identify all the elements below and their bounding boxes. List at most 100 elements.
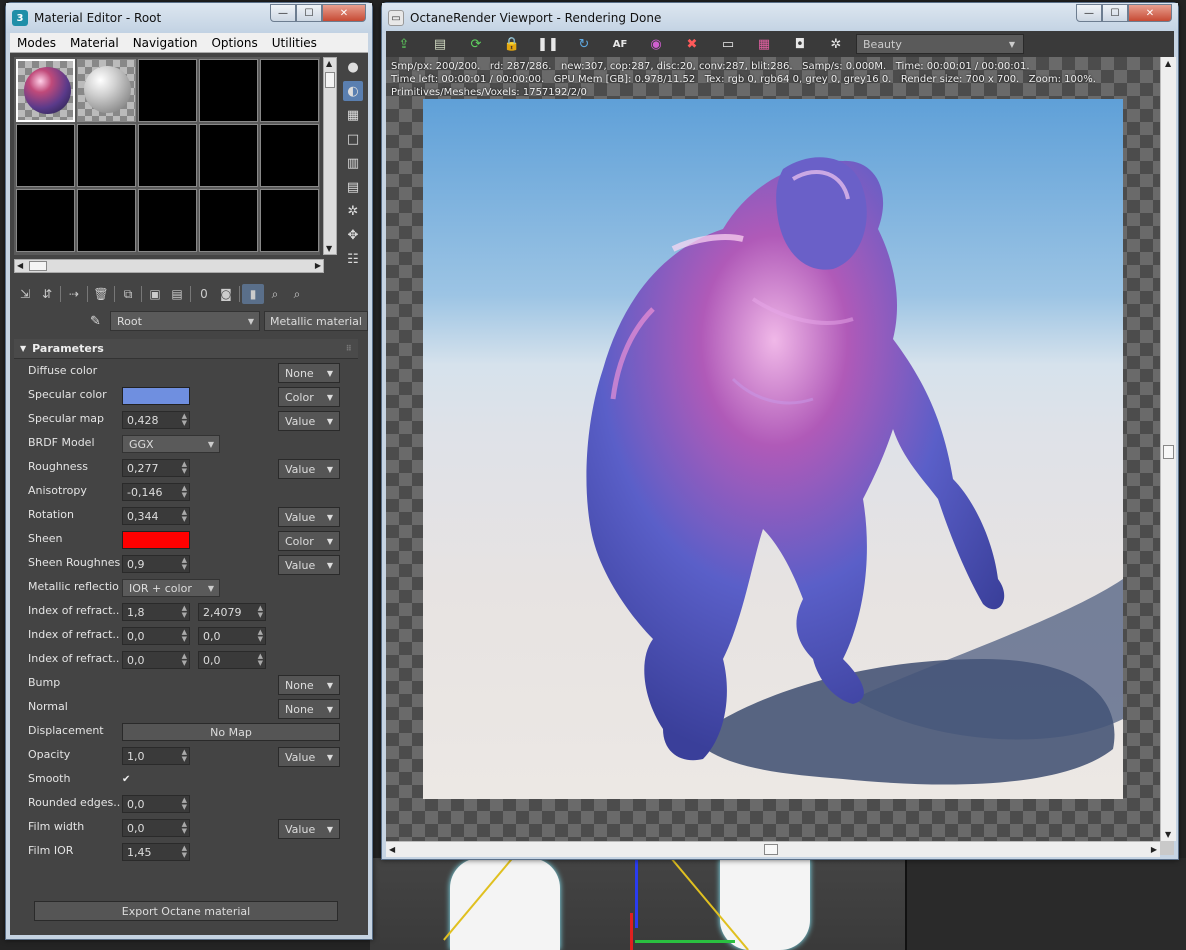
scroll-up-icon[interactable]: ▲ bbox=[326, 59, 332, 68]
param-spinner[interactable]: 0,9 ▲ ▼ bbox=[122, 555, 190, 573]
param-spinner[interactable]: 1,0 ▲ ▼ bbox=[122, 747, 190, 765]
smooth-checkbox[interactable]: ✔ bbox=[122, 774, 134, 786]
close-button[interactable]: ✕ bbox=[1128, 4, 1172, 22]
octane-titlebar[interactable]: ▭ OctaneRender Viewport - Rendering Done… bbox=[382, 3, 1178, 33]
settings-gear-icon[interactable]: ✲ bbox=[822, 33, 850, 55]
backlight-icon[interactable]: ◐ bbox=[343, 81, 363, 101]
refresh-icon[interactable]: ↻ bbox=[570, 33, 598, 55]
spinner-arrows-icon[interactable]: ▲ ▼ bbox=[182, 605, 187, 619]
slots-vertical-scrollbar[interactable]: ▲ ▼ bbox=[323, 57, 337, 255]
param-spinner[interactable]: -0,146 ▲ ▼ bbox=[122, 483, 190, 501]
region-render-icon[interactable]: ▭ bbox=[714, 33, 742, 55]
map-type-dropdown[interactable]: None ▼ bbox=[278, 699, 340, 719]
close-button[interactable]: ✕ bbox=[322, 4, 366, 22]
scroll-thumb[interactable] bbox=[1163, 445, 1174, 459]
restart-render-icon[interactable]: ⟳ bbox=[462, 33, 490, 55]
menu-material[interactable]: Material bbox=[63, 36, 126, 50]
sample-slot[interactable] bbox=[77, 59, 136, 122]
pause-icon[interactable]: ❚❚ bbox=[534, 33, 562, 55]
spinner-arrows-icon[interactable]: ▲ ▼ bbox=[182, 461, 187, 475]
lock-icon[interactable]: 🔒 bbox=[498, 33, 526, 55]
scroll-thumb[interactable] bbox=[325, 72, 335, 88]
spinner-arrows-icon[interactable]: ▲ ▼ bbox=[182, 653, 187, 667]
scroll-right-icon[interactable]: ▶ bbox=[315, 261, 321, 270]
spinner-arrows-icon[interactable]: ▲ ▼ bbox=[182, 749, 187, 763]
film-region-icon[interactable]: ▦ bbox=[750, 33, 778, 55]
parameters-rollout-header[interactable]: ▼ Parameters ⠿ bbox=[14, 339, 358, 359]
no-map-button[interactable]: No Map bbox=[122, 723, 340, 741]
scroll-up-icon[interactable]: ▲ bbox=[1165, 59, 1171, 68]
eyedropper-icon[interactable]: ✎ bbox=[90, 314, 110, 329]
map-type-dropdown[interactable]: Value ▼ bbox=[278, 555, 340, 575]
sample-slot[interactable] bbox=[260, 59, 319, 122]
export-scene-icon[interactable]: ▤ bbox=[426, 33, 454, 55]
spinner-arrows-icon[interactable]: ▲ ▼ bbox=[182, 629, 187, 643]
make-unique-icon[interactable]: ⧉ bbox=[117, 284, 139, 304]
map-type-dropdown[interactable]: Value ▼ bbox=[278, 747, 340, 767]
param-spinner-secondary[interactable]: 0,0 ▲ ▼ bbox=[198, 651, 266, 669]
scroll-thumb[interactable] bbox=[764, 844, 778, 855]
sample-slot[interactable] bbox=[16, 59, 75, 122]
scroll-left-icon[interactable]: ◀ bbox=[389, 845, 395, 854]
menu-options[interactable]: Options bbox=[204, 36, 264, 50]
sample-slot[interactable] bbox=[199, 59, 258, 122]
spinner-arrows-icon[interactable]: ▲ ▼ bbox=[258, 629, 263, 643]
scroll-down-icon[interactable]: ▼ bbox=[1165, 830, 1171, 839]
param-spinner[interactable]: 0,277 ▲ ▼ bbox=[122, 459, 190, 477]
param-spinner[interactable]: 0,344 ▲ ▼ bbox=[122, 507, 190, 525]
spinner-arrows-icon[interactable]: ▲ ▼ bbox=[182, 845, 187, 859]
sample-slot[interactable] bbox=[260, 124, 319, 187]
scroll-down-icon[interactable]: ▼ bbox=[326, 244, 332, 253]
sample-slot[interactable] bbox=[260, 189, 319, 252]
scroll-left-icon[interactable]: ◀ bbox=[17, 261, 23, 270]
assign-to-selection-icon[interactable]: ⇢ bbox=[63, 284, 85, 304]
sample-slot[interactable] bbox=[138, 59, 197, 122]
param-spinner[interactable]: 0,0 ▲ ▼ bbox=[122, 795, 190, 813]
param-spinner[interactable]: 1,8 ▲ ▼ bbox=[122, 603, 190, 621]
param-spinner[interactable]: 0,0 ▲ ▼ bbox=[122, 651, 190, 669]
sample-slot[interactable] bbox=[16, 124, 75, 187]
map-type-dropdown[interactable]: Color ▼ bbox=[278, 531, 340, 551]
material-picker-icon[interactable]: ✖ bbox=[678, 33, 706, 55]
map-type-dropdown[interactable]: None ▼ bbox=[278, 675, 340, 695]
color-picker-icon[interactable]: ◉ bbox=[642, 33, 670, 55]
send-scene-icon[interactable]: ⇪ bbox=[390, 33, 418, 55]
sample-slot[interactable] bbox=[77, 189, 136, 252]
go-forward-to-sibling-icon[interactable]: ⌕ bbox=[286, 284, 308, 304]
show-end-result-icon[interactable]: ▮ bbox=[242, 284, 264, 304]
camera-icon[interactable]: ◘ bbox=[786, 33, 814, 55]
save-icon[interactable]: ▤ bbox=[166, 284, 188, 304]
menu-navigation[interactable]: Navigation bbox=[126, 36, 205, 50]
material-editor-titlebar[interactable]: 3 Material Editor - Root — ☐ ✕ bbox=[6, 3, 372, 33]
sample-slot[interactable] bbox=[199, 189, 258, 252]
sample-slot[interactable] bbox=[16, 189, 75, 252]
param-spinner[interactable]: 0,428 ▲ ▼ bbox=[122, 411, 190, 429]
param-spinner[interactable]: 0,0 ▲ ▼ bbox=[122, 819, 190, 837]
spinner-arrows-icon[interactable]: ▲ ▼ bbox=[182, 509, 187, 523]
put-to-library-icon[interactable]: ▣ bbox=[144, 284, 166, 304]
menu-modes[interactable]: Modes bbox=[10, 36, 63, 50]
material-type-button[interactable]: Metallic material bbox=[264, 311, 368, 331]
spinner-arrows-icon[interactable]: ▲ ▼ bbox=[182, 821, 187, 835]
background-checker-icon[interactable]: ▦ bbox=[343, 105, 363, 125]
param-spinner[interactable]: 1,45 ▲ ▼ bbox=[122, 843, 190, 861]
material-map-navigator-icon[interactable]: ☷ bbox=[343, 249, 363, 269]
spinner-arrows-icon[interactable]: ▲ ▼ bbox=[182, 485, 187, 499]
video-color-check-icon[interactable]: ▥ bbox=[343, 153, 363, 173]
menu-utilities[interactable]: Utilities bbox=[265, 36, 324, 50]
viewport-horizontal-scrollbar[interactable]: ◀ ▶ bbox=[386, 841, 1160, 857]
param-spinner-secondary[interactable]: 2,4079 ▲ ▼ bbox=[198, 603, 266, 621]
map-type-dropdown[interactable]: Color ▼ bbox=[278, 387, 340, 407]
map-type-dropdown[interactable]: Value ▼ bbox=[278, 507, 340, 527]
options-icon[interactable]: ✲ bbox=[343, 201, 363, 221]
sample-slot[interactable] bbox=[77, 124, 136, 187]
autofocus-icon[interactable]: AF bbox=[606, 33, 634, 55]
spinner-arrows-icon[interactable]: ▲ ▼ bbox=[182, 413, 187, 427]
color-swatch[interactable] bbox=[122, 387, 190, 405]
sample-slot[interactable] bbox=[138, 189, 197, 252]
scroll-right-icon[interactable]: ▶ bbox=[1151, 845, 1157, 854]
select-by-material-icon[interactable]: ✥ bbox=[343, 225, 363, 245]
render-canvas[interactable]: Smp/px: 200/200. rd: 287/286. new:307, c… bbox=[386, 57, 1160, 841]
make-preview-icon[interactable]: ▤ bbox=[343, 177, 363, 197]
spinner-arrows-icon[interactable]: ▲ ▼ bbox=[258, 605, 263, 619]
